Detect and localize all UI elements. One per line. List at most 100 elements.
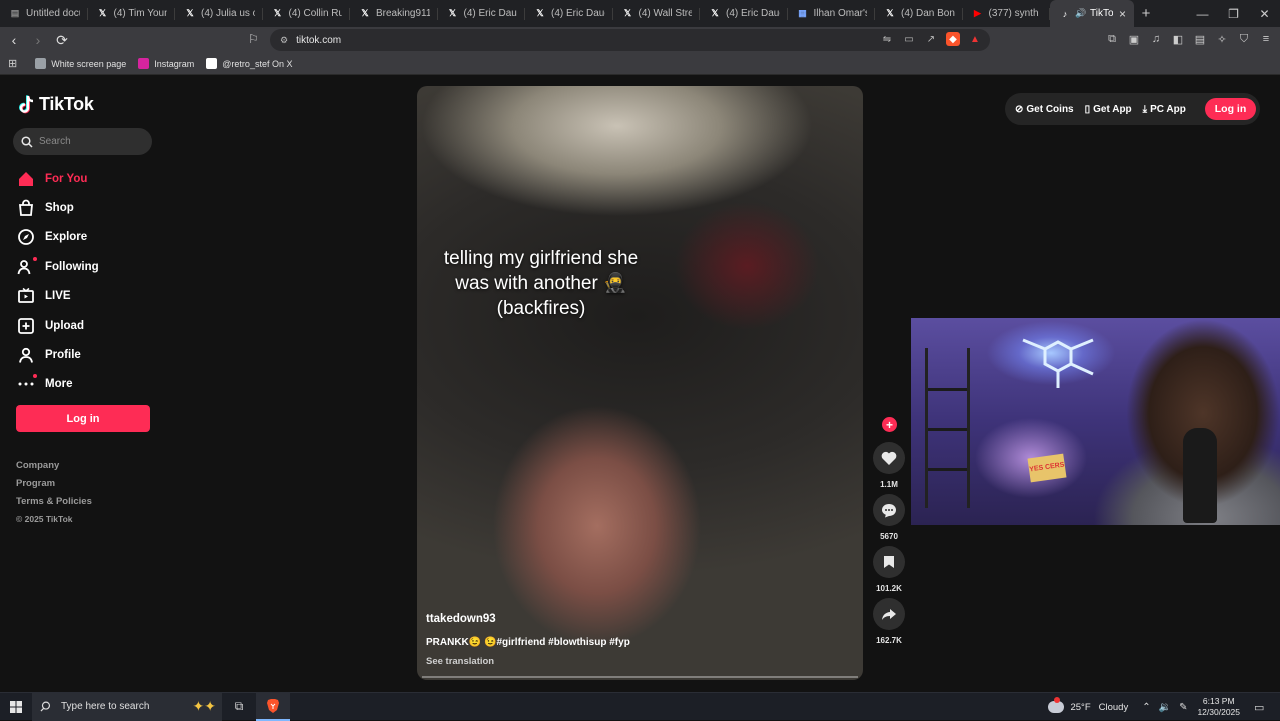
brave-taskbar-button[interactable] <box>256 692 290 721</box>
tab-8[interactable]: 𝕏 (4) Eric Daughe <box>700 0 788 27</box>
volume-icon[interactable]: 🔉 <box>1159 702 1171 713</box>
tab-2[interactable]: 𝕏 (4) Julia us on X <box>175 0 263 27</box>
bookmark-item[interactable]: Instagram <box>138 58 194 69</box>
comment-button[interactable] <box>873 494 905 526</box>
tab-4[interactable]: 𝕏 Breaking911 <box>350 0 438 27</box>
sidebar-item-live[interactable]: LIVE <box>17 282 99 311</box>
forward-button[interactable]: › <box>28 30 48 50</box>
leo-icon[interactable]: ✧ <box>1214 31 1230 47</box>
search-icon <box>21 135 33 148</box>
sidebar-item-label: Explore <box>45 231 88 244</box>
task-view-button[interactable]: ⧉ <box>222 693 256 721</box>
tab-1[interactable]: 𝕏 (4) Tim Young o <box>88 0 176 27</box>
video-player[interactable]: telling my girlfriend she was with anoth… <box>417 86 863 680</box>
reload-button[interactable]: ⟳ <box>52 30 72 50</box>
windows-logo-icon <box>10 700 22 713</box>
share-button[interactable] <box>873 598 905 630</box>
new-tab-button[interactable]: + <box>1134 5 1158 22</box>
bookmark-item[interactable]: @retro_stef On X <box>206 58 292 69</box>
wallet-icon[interactable]: ▣ <box>1126 31 1142 47</box>
save-button[interactable] <box>873 546 905 578</box>
follow-plus-button[interactable]: + <box>882 417 897 432</box>
back-button[interactable]: ‹ <box>4 30 24 50</box>
tab-9[interactable]: ▦ Ilhan Omar's h <box>788 0 876 27</box>
vpn-shield-icon[interactable]: ⛉ <box>1236 31 1252 47</box>
notification-icon[interactable]: ▭ <box>1254 701 1272 714</box>
tab-11[interactable]: ▶ (377) synth <box>963 0 1051 27</box>
get-app-label: Get App <box>1093 103 1132 115</box>
weather-widget[interactable]: 25°F Cloudy <box>1048 697 1128 713</box>
minimize-button[interactable]: — <box>1187 0 1218 27</box>
share-icon[interactable]: ↗ <box>924 32 938 46</box>
chevron-up-icon[interactable]: ⌃ <box>1142 702 1150 713</box>
close-tab-icon[interactable]: × <box>1119 7 1126 21</box>
tab-title: (4) Eric Daughe <box>726 8 780 19</box>
tab-0[interactable]: ▤ Untitled docum <box>0 0 88 27</box>
tab-3[interactable]: 𝕏 (4) Collin Rugg <box>263 0 351 27</box>
following-icon <box>17 256 37 276</box>
speaker-icon: 🔊 <box>1075 8 1087 18</box>
close-window-button[interactable]: ✕ <box>1249 0 1280 27</box>
tab-5[interactable]: 𝕏 (4) Eric Daughe <box>438 0 526 27</box>
sidebar-login-button[interactable]: Log in <box>16 405 150 432</box>
sidebar-item-shop[interactable]: Shop <box>17 193 99 222</box>
video-progress-bar[interactable] <box>422 676 858 678</box>
card-icon[interactable]: ▤ <box>1192 31 1208 47</box>
see-translation-link[interactable]: See translation <box>426 656 494 667</box>
footer-company-link[interactable]: Company <box>16 460 92 478</box>
news-icon: ▦ <box>798 8 807 18</box>
toolbar-right-icons: ⧉ ▣ ♫ ◧ ▤ ✧ ⛉ ≡ <box>1104 31 1274 47</box>
sidebar-item-explore[interactable]: Explore <box>17 223 99 252</box>
footer-program-link[interactable]: Program <box>16 478 92 496</box>
pc-app-button[interactable]: ⤓ PC App <box>1143 104 1186 115</box>
music-icon[interactable]: ♫ <box>1148 31 1164 47</box>
sidebar-item-more[interactable]: More <box>17 370 99 399</box>
video-author[interactable]: ttakedown93 <box>426 613 496 625</box>
cast-icon[interactable]: ▭ <box>902 32 916 46</box>
get-coins-button[interactable]: ⊘ Get Coins <box>1015 104 1074 115</box>
sidebar-item-for-you[interactable]: For You <box>17 164 99 193</box>
sidebar-icon[interactable]: ◧ <box>1170 31 1186 47</box>
sidebar-item-upload[interactable]: Upload <box>17 311 99 340</box>
save-action: 101.2K <box>873 546 905 593</box>
apps-grid-icon[interactable]: ⊞ <box>8 57 17 70</box>
search-input[interactable]: Search <box>13 128 152 155</box>
address-bar[interactable]: ⚙ tiktok.com ⇋ ▭ ↗ ◆ ▲ <box>270 29 990 51</box>
get-coins-label: Get Coins <box>1026 103 1074 115</box>
yes-sign-image: YES CERS <box>1027 453 1067 483</box>
bookmark-save-icon <box>884 556 894 568</box>
site-info-icon[interactable]: ⚙ <box>280 35 288 46</box>
sparkle-icon: ✦✦ <box>192 697 216 714</box>
top-actions-bar: ⊘ Get Coins ▯ Get App ⤓ PC App Log in <box>1005 93 1260 125</box>
extensions-icon[interactable]: ⧉ <box>1104 31 1120 47</box>
tab-tiktok-active[interactable]: ♪ 🔊 TikTok × <box>1050 0 1134 27</box>
brave-lion-icon <box>267 698 279 713</box>
brave-rewards-icon[interactable]: ▲ <box>968 32 982 46</box>
start-button[interactable] <box>0 693 32 721</box>
like-action: 1.1M <box>873 442 905 489</box>
top-login-button[interactable]: Log in <box>1205 98 1256 120</box>
tray-icons: ⌃ 🔉 ✎ <box>1142 702 1187 713</box>
taskbar-search-placeholder: Type here to search <box>61 701 150 712</box>
x-icon: 𝕏 <box>361 8 369 18</box>
shop-icon <box>17 199 35 217</box>
tiktok-logo[interactable]: TikTok <box>18 94 94 115</box>
get-app-button[interactable]: ▯ Get App <box>1085 104 1132 115</box>
footer-terms-link[interactable]: Terms & Policies <box>16 496 92 514</box>
taskbar-search-input[interactable]: Type here to search ✦✦ <box>32 692 222 721</box>
tab-10[interactable]: 𝕏 (4) Dan Bongin <box>875 0 963 27</box>
pen-icon[interactable]: ✎ <box>1179 702 1187 713</box>
brave-shields-icon[interactable]: ◆ <box>946 32 960 46</box>
menu-icon[interactable]: ≡ <box>1258 31 1274 47</box>
bookmark-item[interactable]: White screen page <box>35 58 126 69</box>
like-button[interactable] <box>873 442 905 474</box>
bookmark-icon[interactable]: ⚐ <box>248 32 259 46</box>
tab-7[interactable]: 𝕏 (4) Wall Street / <box>613 0 701 27</box>
restore-button[interactable]: ❐ <box>1218 0 1249 27</box>
tab-6[interactable]: 𝕏 (4) Eric Daughe <box>525 0 613 27</box>
translate-icon[interactable]: ⇋ <box>880 32 894 46</box>
sidebar-item-following[interactable]: Following <box>17 252 99 281</box>
clock[interactable]: 6:13 PM 12/30/2025 <box>1197 696 1240 718</box>
sidebar-item-profile[interactable]: Profile <box>17 340 99 369</box>
share-arrow-icon <box>882 608 896 620</box>
